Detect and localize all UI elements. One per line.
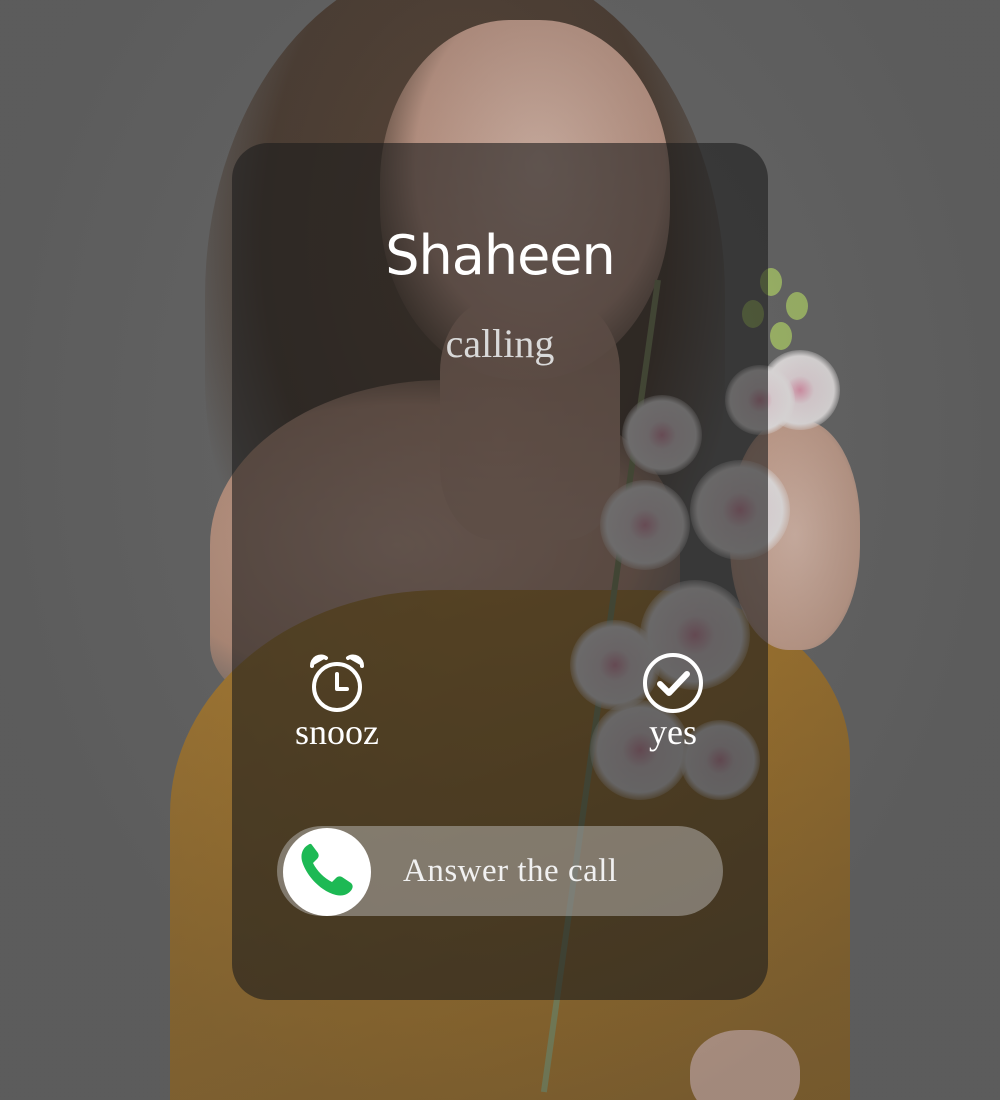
- check-circle-icon: [642, 652, 704, 714]
- snooze-label: snooz: [295, 712, 379, 752]
- answer-call-slider[interactable]: Answer the call: [277, 826, 723, 916]
- caller-name: Shaheen: [385, 224, 616, 287]
- accept-button[interactable]: yes: [620, 652, 726, 750]
- phone-icon: [294, 837, 360, 908]
- accept-label: yes: [649, 712, 697, 752]
- answer-call-label: Answer the call: [403, 853, 618, 889]
- alarm-clock-icon: [306, 652, 368, 714]
- call-status: calling: [445, 321, 555, 366]
- slider-knob[interactable]: [283, 828, 371, 916]
- snooze-button[interactable]: snooz: [282, 652, 392, 750]
